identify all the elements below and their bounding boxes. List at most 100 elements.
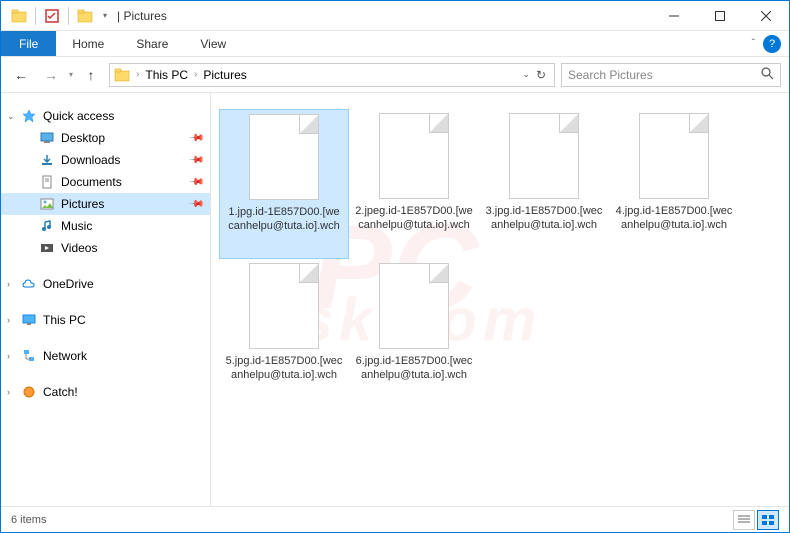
pin-icon: 📌 (187, 152, 204, 169)
sidebar-item-label: Documents (61, 175, 122, 189)
sidebar-item-downloads[interactable]: Downloads 📌 (1, 149, 210, 171)
file-item[interactable]: 6.jpg.id-1E857D00.[wecanhelpu@tuta.io].w… (349, 259, 479, 409)
help-icon[interactable]: ? (763, 35, 781, 53)
sidebar-item-pictures[interactable]: Pictures 📌 (1, 193, 210, 215)
item-count: 6 items (11, 514, 46, 526)
chevron-right-icon[interactable]: › (7, 351, 10, 361)
file-icon (249, 114, 319, 200)
file-menu[interactable]: File (1, 31, 56, 56)
content-area: ⌄ Quick access Desktop📌Downloads📌Documen… (1, 93, 789, 507)
file-icon (379, 113, 449, 199)
file-item[interactable]: 2.jpeg.id-1E857D00.[wecanhelpu@tuta.io].… (349, 109, 479, 259)
file-icon (509, 113, 579, 199)
sidebar-item-label: Pictures (61, 197, 104, 211)
sidebar-item-label: Videos (61, 241, 97, 255)
file-name: 4.jpg.id-1E857D00.[wecanhelpu@tuta.io].w… (613, 205, 735, 233)
chevron-right-icon[interactable]: › (134, 69, 141, 80)
address-bar[interactable]: › This PC › Pictures ⌄ ↻ (109, 63, 555, 87)
ribbon-collapse-icon[interactable]: ˇ (752, 38, 755, 49)
navigation-pane: ⌄ Quick access Desktop📌Downloads📌Documen… (1, 93, 211, 507)
pin-icon: 📌 (187, 196, 204, 213)
chevron-down-icon[interactable]: ⌄ (7, 111, 15, 122)
sidebar-item-label: Desktop (61, 131, 105, 145)
file-name: 2.jpeg.id-1E857D00.[wecanhelpu@tuta.io].… (353, 205, 475, 233)
search-placeholder: Search Pictures (568, 68, 653, 82)
catch-icon (21, 384, 37, 400)
file-item[interactable]: 3.jpg.id-1E857D00.[wecanhelpu@tuta.io].w… (479, 109, 609, 259)
tab-view[interactable]: View (184, 31, 242, 56)
file-icon (249, 263, 319, 349)
sidebar-item-label: This PC (43, 313, 86, 327)
file-item[interactable]: 5.jpg.id-1E857D00.[wecanhelpu@tuta.io].w… (219, 259, 349, 409)
sidebar-item-desktop[interactable]: Desktop 📌 (1, 127, 210, 149)
chevron-right-icon[interactable]: › (7, 315, 10, 325)
sidebar-item-label: Network (43, 349, 87, 363)
file-item[interactable]: 4.jpg.id-1E857D00.[wecanhelpu@tuta.io].w… (609, 109, 739, 259)
file-name: 6.jpg.id-1E857D00.[wecanhelpu@tuta.io].w… (353, 355, 475, 383)
file-name: 1.jpg.id-1E857D00.[wecanhelpu@tuta.io].w… (224, 206, 344, 234)
cloud-icon (21, 276, 37, 292)
qat-folder-icon[interactable] (75, 6, 95, 26)
sidebar-item-videos[interactable]: Videos (1, 237, 210, 259)
sidebar-item-label: Catch! (43, 385, 78, 399)
window-title: | Pictures (117, 9, 167, 23)
file-item[interactable]: 1.jpg.id-1E857D00.[wecanhelpu@tuta.io].w… (219, 109, 349, 259)
history-dropdown-icon[interactable]: ▾ (69, 70, 73, 79)
chevron-right-icon[interactable]: › (192, 69, 199, 80)
sidebar-onedrive[interactable]: › OneDrive (1, 273, 210, 295)
minimize-button[interactable] (651, 1, 697, 31)
file-name: 3.jpg.id-1E857D00.[wecanhelpu@tuta.io].w… (483, 205, 605, 233)
network-icon (21, 348, 37, 364)
address-dropdown-icon[interactable]: ⌄ (522, 69, 530, 80)
music-icon (39, 218, 55, 234)
view-thumbnails-button[interactable] (757, 510, 779, 530)
pin-icon: 📌 (187, 174, 204, 191)
view-details-button[interactable] (733, 510, 755, 530)
star-icon (21, 108, 37, 124)
sidebar-item-label: Music (61, 219, 92, 233)
chevron-right-icon[interactable]: › (7, 387, 10, 397)
sidebar-item-music[interactable]: Music (1, 215, 210, 237)
qat-properties-icon[interactable] (42, 6, 62, 26)
sidebar-item-documents[interactable]: Documents 📌 (1, 171, 210, 193)
separator (35, 7, 36, 25)
up-button[interactable]: ↑ (79, 63, 103, 87)
close-button[interactable] (743, 1, 789, 31)
file-icon (639, 113, 709, 199)
navbar: ← → ▾ ↑ › This PC › Pictures ⌄ ↻ Search … (1, 57, 789, 93)
tab-home[interactable]: Home (56, 31, 120, 56)
explorer-icon (9, 6, 29, 26)
documents-icon (39, 174, 55, 190)
file-list[interactable]: 1.jpg.id-1E857D00.[wecanhelpu@tuta.io].w… (211, 93, 789, 507)
breadcrumb-item[interactable]: This PC (145, 68, 188, 82)
pictures-icon (39, 196, 55, 212)
refresh-icon[interactable]: ↻ (536, 68, 546, 82)
sidebar-this-pc[interactable]: › This PC (1, 309, 210, 331)
separator (68, 7, 69, 25)
file-name: 5.jpg.id-1E857D00.[wecanhelpu@tuta.io].w… (223, 355, 345, 383)
monitor-icon (21, 312, 37, 328)
qat-dropdown-icon[interactable]: ▾ (99, 11, 111, 20)
status-bar: 6 items (1, 506, 789, 532)
search-input[interactable]: Search Pictures (561, 63, 781, 87)
file-icon (379, 263, 449, 349)
back-button[interactable]: ← (9, 63, 33, 87)
titlebar: ▾ | Pictures (1, 1, 789, 31)
chevron-right-icon[interactable]: › (7, 279, 10, 289)
sidebar-item-label: OneDrive (43, 277, 94, 291)
desktop-icon (39, 130, 55, 146)
search-icon[interactable] (761, 67, 774, 83)
sidebar-catch[interactable]: › Catch! (1, 381, 210, 403)
downloads-icon (39, 152, 55, 168)
sidebar-quick-access[interactable]: ⌄ Quick access (1, 105, 210, 127)
sidebar-item-label: Quick access (43, 109, 114, 123)
ribbon: File Home Share View ˇ ? (1, 31, 789, 57)
sidebar-network[interactable]: › Network (1, 345, 210, 367)
forward-button[interactable]: → (39, 63, 63, 87)
videos-icon (39, 240, 55, 256)
pin-icon: 📌 (187, 130, 204, 147)
breadcrumb-item[interactable]: Pictures (203, 68, 246, 82)
maximize-button[interactable] (697, 1, 743, 31)
tab-share[interactable]: Share (120, 31, 184, 56)
sidebar-item-label: Downloads (61, 153, 120, 167)
